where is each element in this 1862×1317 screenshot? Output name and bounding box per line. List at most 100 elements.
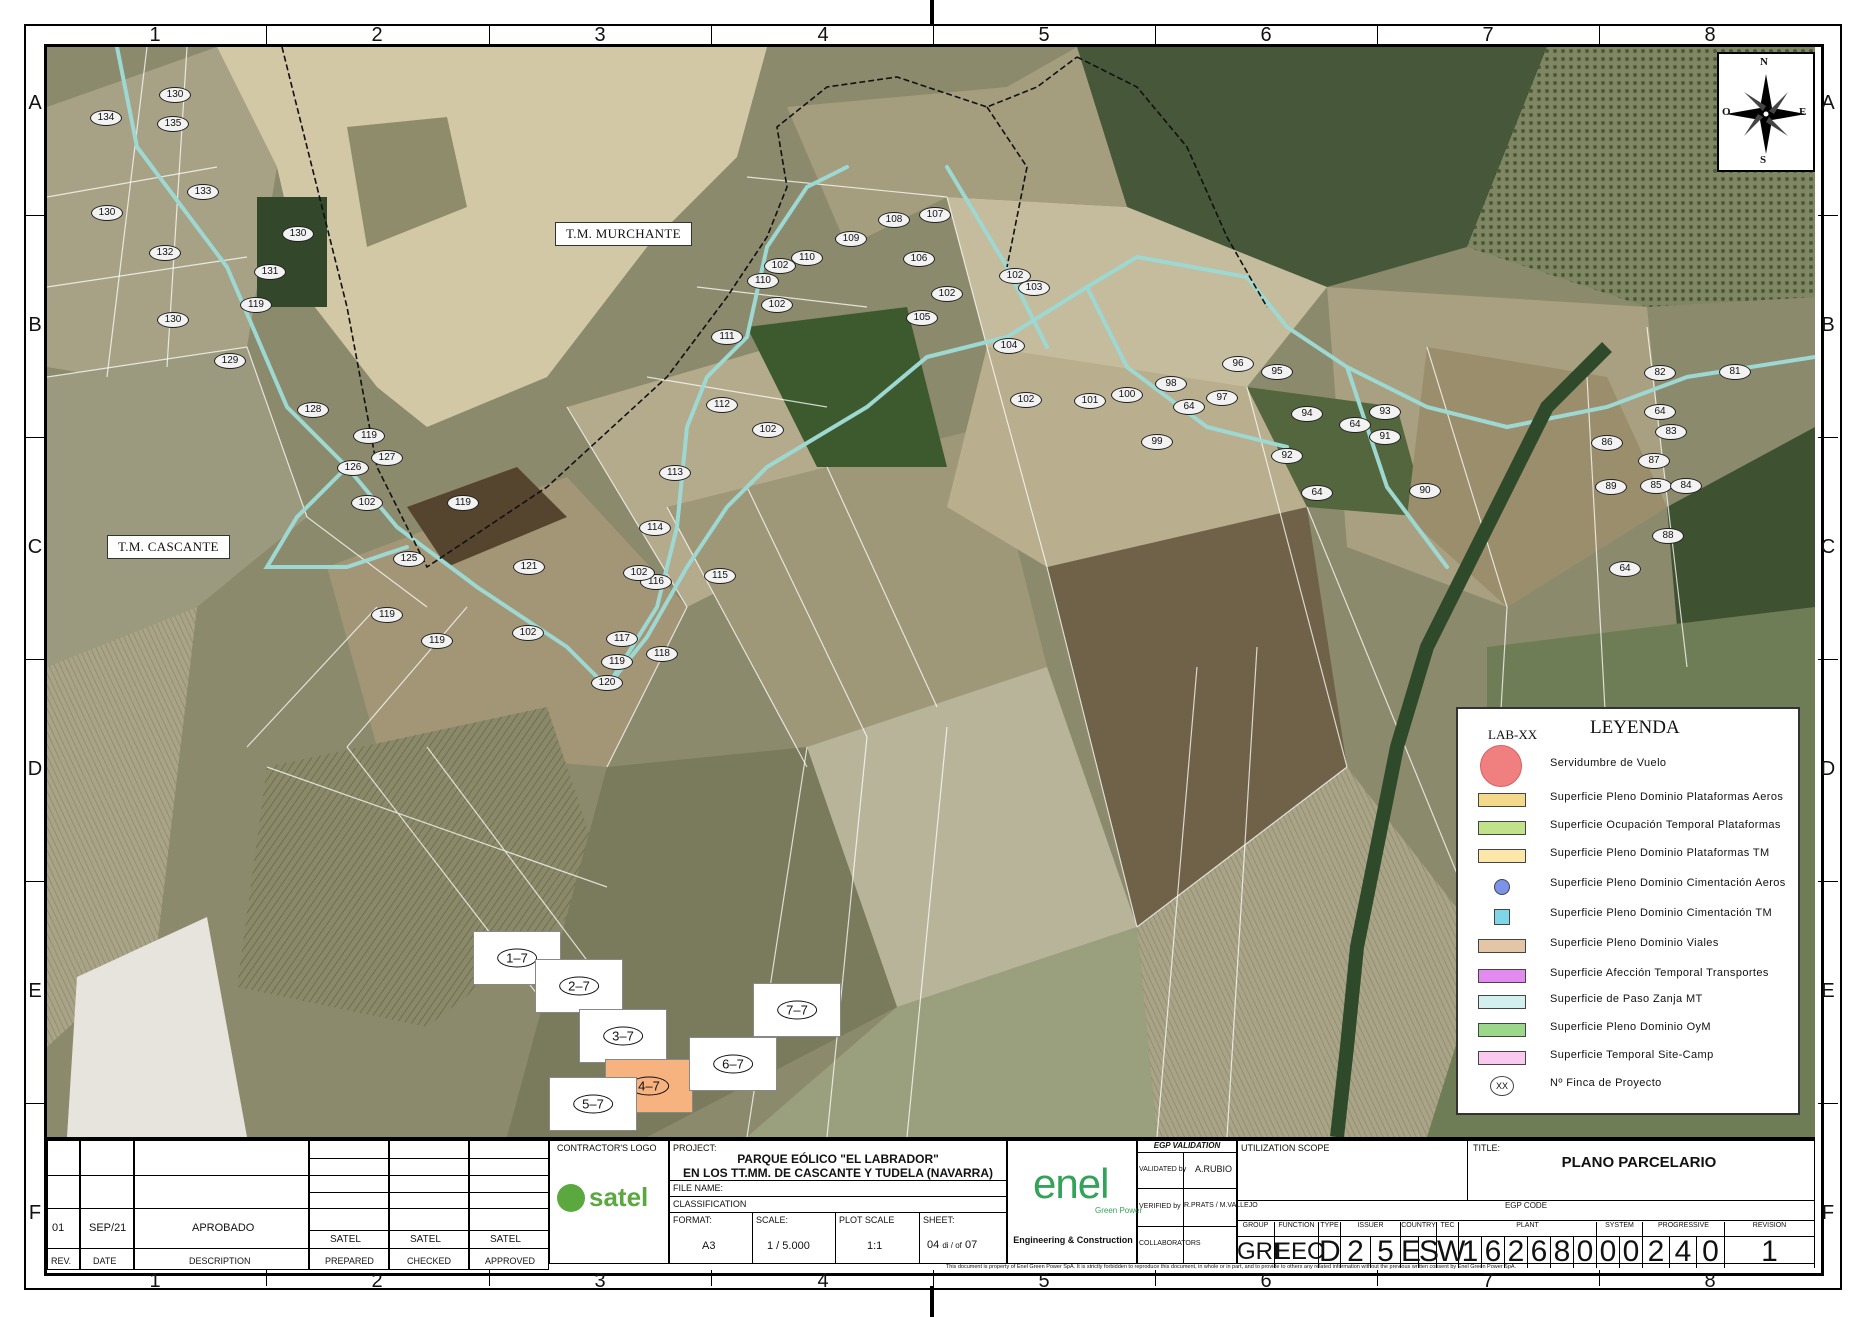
parcel-label[interactable]: 119 <box>601 654 633 670</box>
parcel-label[interactable]: 102 <box>761 297 793 313</box>
parcel-label[interactable]: 119 <box>447 495 479 511</box>
rev-approved: SATEL <box>490 1234 521 1245</box>
grid-column-top-4: 4 <box>817 24 829 46</box>
parcel-label[interactable]: 64 <box>1301 485 1333 501</box>
legend-label: Superficie Pleno Dominio Plataformas Aer… <box>1550 791 1784 803</box>
grid-column-bottom-4: 4 <box>817 1270 829 1292</box>
parcel-label[interactable]: 81 <box>1719 364 1751 380</box>
parcel-label[interactable]: 119 <box>353 428 385 444</box>
parcel-label[interactable]: 102 <box>623 565 655 581</box>
plot-scale-label: PLOT SCALE <box>839 1215 895 1225</box>
parcel-label[interactable]: 84 <box>1670 478 1702 494</box>
parcel-label[interactable]: 109 <box>835 231 867 247</box>
legend-swatch <box>1478 849 1526 863</box>
legend-item: Superficie Pleno Dominio Plataformas Aer… <box>1472 789 1790 809</box>
parcel-label[interactable]: 97 <box>1206 390 1238 406</box>
parcel-label[interactable]: 113 <box>659 465 691 481</box>
sheet-index-7[interactable]: 7–7 <box>753 983 841 1037</box>
parcel-label[interactable]: 100 <box>1111 387 1143 403</box>
legend-item: Superficie Pleno Dominio Cimentación TM <box>1472 905 1790 925</box>
parcel-label[interactable]: 94 <box>1291 406 1323 422</box>
parcel-label[interactable]: 112 <box>706 397 738 413</box>
parcel-label[interactable]: 132 <box>149 245 181 261</box>
parcel-label[interactable]: 125 <box>393 551 425 567</box>
parcel-label[interactable]: 115 <box>704 568 736 584</box>
parcel-label[interactable]: 104 <box>993 338 1025 354</box>
parcel-label[interactable]: 88 <box>1652 528 1684 544</box>
parcel-label[interactable]: 103 <box>1018 280 1050 296</box>
parcel-label[interactable]: 119 <box>240 297 272 313</box>
parcel-label[interactable]: 131 <box>254 264 286 280</box>
parcel-label[interactable]: 96 <box>1222 356 1254 372</box>
parcel-label[interactable]: 98 <box>1155 376 1187 392</box>
parcel-label[interactable]: 99 <box>1141 434 1173 450</box>
sheet-index-2[interactable]: 2–7 <box>535 959 623 1013</box>
parcel-label[interactable]: 126 <box>337 460 369 476</box>
legend-item: Superficie de Paso Zanja MT <box>1472 991 1790 1011</box>
parcel-label[interactable]: 102 <box>351 495 383 511</box>
legend-item: Superficie Afección Temporal Transportes <box>1472 965 1790 985</box>
parcel-label[interactable]: 93 <box>1369 404 1401 420</box>
parcel-label[interactable]: 111 <box>711 329 743 345</box>
parcel-label[interactable]: 114 <box>639 520 671 536</box>
legend-item: Servidumbre de Vuelo <box>1472 745 1790 787</box>
parcel-label[interactable]: 82 <box>1644 365 1676 381</box>
parcel-label[interactable]: 64 <box>1173 399 1205 415</box>
legend-prefix: LAB-XX <box>1488 727 1538 742</box>
parcel-label[interactable]: 86 <box>1591 435 1623 451</box>
parcel-label[interactable]: 121 <box>513 559 545 575</box>
code-header: PLANT <box>1459 1222 1597 1236</box>
parcel-label[interactable]: 119 <box>421 633 453 649</box>
parcel-label[interactable]: 130 <box>282 226 314 242</box>
parcel-label[interactable]: 89 <box>1595 479 1627 495</box>
parcel-label[interactable]: 87 <box>1638 453 1670 469</box>
parcel-label[interactable]: 95 <box>1261 364 1293 380</box>
sheet-index-5[interactable]: 5–7 <box>549 1077 637 1131</box>
parcel-label[interactable]: 129 <box>214 353 246 369</box>
parcel-label[interactable]: 102 <box>752 422 784 438</box>
parcel-label[interactable]: 118 <box>646 646 678 662</box>
parcel-label[interactable]: 108 <box>878 212 910 228</box>
parcel-label[interactable]: 130 <box>91 205 123 221</box>
code-header: COUNTRY <box>1401 1222 1437 1236</box>
code-header: REVISION <box>1725 1222 1815 1236</box>
parcel-label[interactable]: 120 <box>591 675 623 691</box>
sheet-index-3[interactable]: 3–7 <box>579 1009 667 1063</box>
parcel-label[interactable]: 133 <box>187 184 219 200</box>
parcel-label[interactable]: 102 <box>512 625 544 641</box>
parcel-label[interactable]: 110 <box>791 250 823 266</box>
parcel-label[interactable]: 64 <box>1339 417 1371 433</box>
parcel-label[interactable]: 102 <box>931 286 963 302</box>
parcel-label[interactable]: 110 <box>747 273 779 289</box>
legend-label: Superficie Temporal Site-Camp <box>1550 1049 1714 1061</box>
sheet-index-6[interactable]: 6–7 <box>689 1037 777 1091</box>
parcel-label[interactable]: 83 <box>1655 424 1687 440</box>
parcel-label[interactable]: 134 <box>90 110 122 126</box>
parcel-label[interactable]: 85 <box>1640 478 1672 494</box>
parcel-label[interactable]: 119 <box>371 607 403 623</box>
parcel-label[interactable]: 64 <box>1609 561 1641 577</box>
parcel-label[interactable]: 101 <box>1074 393 1106 409</box>
parcel-label[interactable]: 107 <box>919 207 951 223</box>
parcel-label[interactable]: 105 <box>906 310 938 326</box>
legend-item: Superficie Pleno Dominio Cimentación Aer… <box>1472 875 1790 895</box>
parcel-label[interactable]: 102 <box>1010 392 1042 408</box>
parcel-label[interactable]: 106 <box>903 251 935 267</box>
parcel-label[interactable]: 135 <box>157 116 189 132</box>
drawing-title: PLANO PARCELARIO <box>1561 1154 1717 1171</box>
company-division: Engineering & Construction <box>1013 1235 1133 1245</box>
parcel-label[interactable]: 90 <box>1409 483 1441 499</box>
legend-item: Superficie Pleno Dominio OyM <box>1472 1019 1790 1039</box>
parcel-label[interactable]: 127 <box>371 450 403 466</box>
grid-row-left-A: A <box>28 92 42 114</box>
parcel-label[interactable]: 117 <box>606 631 638 647</box>
parcel-label[interactable]: 130 <box>157 312 189 328</box>
parcel-label[interactable]: 128 <box>297 402 329 418</box>
parcel-label[interactable]: 92 <box>1271 448 1303 464</box>
parcel-label[interactable]: 91 <box>1369 429 1401 445</box>
parcel-label[interactable]: 130 <box>159 87 191 103</box>
legend-label: Superficie Pleno Dominio Cimentación Aer… <box>1550 877 1786 889</box>
legend-swatch <box>1478 995 1526 1009</box>
rev-header-date: DATE <box>93 1256 117 1266</box>
parcel-label[interactable]: 64 <box>1644 404 1676 420</box>
